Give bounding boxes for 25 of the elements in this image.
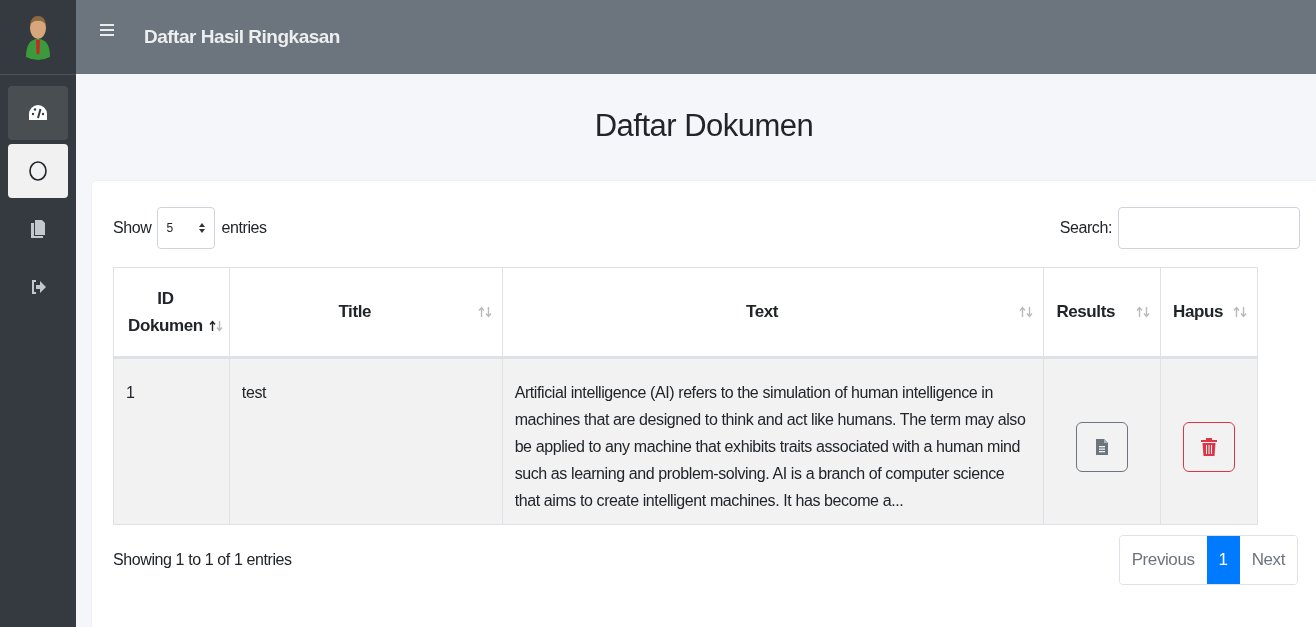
delete-button[interactable] <box>1183 421 1235 472</box>
entries-label: entries <box>221 219 267 237</box>
copy-icon <box>30 219 46 239</box>
sort-arrows-icon <box>198 222 207 234</box>
page-button[interactable]: 1 <box>1206 536 1240 584</box>
trash-icon <box>1201 437 1217 456</box>
gauge-icon <box>28 104 48 122</box>
sidebar-item[interactable] <box>8 86 68 140</box>
results-button[interactable] <box>1076 421 1129 472</box>
search-label: Search: <box>1059 219 1112 237</box>
user-avatar-icon <box>24 13 52 61</box>
page-title: Daftar Dokumen <box>593 106 815 145</box>
table-cell: Artificial intelligence (AI) refers to the simulation of human intelligence in machines that are designed to think and act like humans. The term may also be applied to any machine that exhibits traits associated with a human mind such as learning and problem-solving. AI is a branch of computer science that aims to create intelligent machines. It has become a... <box>502 357 1044 525</box>
search-field[interactable] <box>1118 207 1300 249</box>
entries-select[interactable]: 5 <box>157 207 216 249</box>
circle-icon <box>28 161 48 181</box>
menu-icon[interactable] <box>100 24 114 36</box>
sidebar-item[interactable] <box>8 144 68 198</box>
document-icon <box>1096 438 1109 455</box>
show-label: Show <box>113 219 152 237</box>
table-cell: 1 <box>113 357 230 525</box>
entries-info: Showing 1 to 1 of 1 entries <box>113 551 292 569</box>
table-cell: test <box>229 357 503 525</box>
logout-icon <box>30 279 46 295</box>
app-title: Daftar Hasil Ringkasan <box>144 26 340 48</box>
